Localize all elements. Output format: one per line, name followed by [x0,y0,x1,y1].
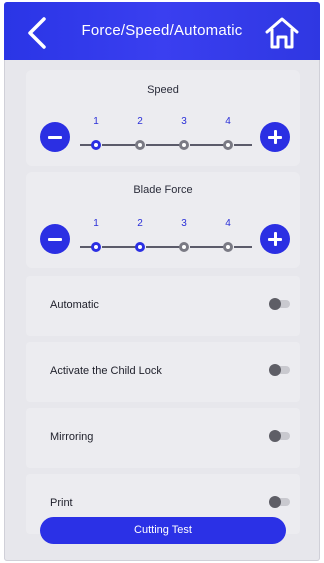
speed-step-label: 2 [137,116,143,127]
track-line [234,144,252,146]
blade-force-step-label: 3 [181,218,187,229]
setting-row-mirroring[interactable]: Mirroring [26,408,300,468]
home-icon[interactable] [264,15,300,51]
blade-force-step-label: 4 [225,218,231,229]
speed-card: Speed 1 2 3 4 [26,70,300,166]
toggle-knob [269,430,281,442]
blade-force-step-4[interactable] [223,242,233,252]
speed-step-label: 4 [225,116,231,127]
print-toggle[interactable] [269,496,290,508]
app-bar: Force/Speed/Automatic [4,2,320,60]
blade-force-step-label: 2 [137,218,143,229]
track-line [102,144,136,146]
blade-force-step-label: 1 [93,218,99,229]
speed-steps: 1 2 3 4 [26,70,300,166]
speed-step-label: 1 [93,116,99,127]
toggle-knob [269,496,281,508]
track-line [146,144,180,146]
track-line [146,246,180,248]
phone-screen: Force/Speed/Automatic Speed 1 2 3 4 Blad… [4,2,320,561]
toggle-knob [269,364,281,376]
speed-step-3[interactable] [179,140,189,150]
speed-step-4[interactable] [223,140,233,150]
speed-step-1[interactable] [91,140,101,150]
track-line [234,246,252,248]
speed-increase-button[interactable] [260,122,290,152]
toggle-knob [269,298,281,310]
plus-icon [273,232,277,246]
blade-force-step-1[interactable] [91,242,101,252]
setting-row-child-lock[interactable]: Activate the Child Lock [26,342,300,402]
speed-step-label: 3 [181,116,187,127]
setting-label: Automatic [50,299,99,311]
blade-force-step-2[interactable] [135,242,145,252]
plus-icon [273,130,277,144]
blade-force-card: Blade Force 1 2 3 4 [26,172,300,268]
track-line [102,246,136,248]
setting-row-automatic[interactable]: Automatic [26,276,300,336]
cutting-test-button[interactable]: Cutting Test [40,517,286,544]
speed-step-2[interactable] [135,140,145,150]
setting-label: Mirroring [50,431,94,443]
automatic-toggle[interactable] [269,298,290,310]
setting-label: Print [50,497,73,509]
track-line [190,246,224,248]
blade-force-step-3[interactable] [179,242,189,252]
child-lock-toggle[interactable] [269,364,290,376]
mirroring-toggle[interactable] [269,430,290,442]
blade-force-steps: 1 2 3 4 [26,172,300,268]
track-line [190,144,224,146]
setting-label: Activate the Child Lock [50,365,162,377]
blade-force-increase-button[interactable] [260,224,290,254]
